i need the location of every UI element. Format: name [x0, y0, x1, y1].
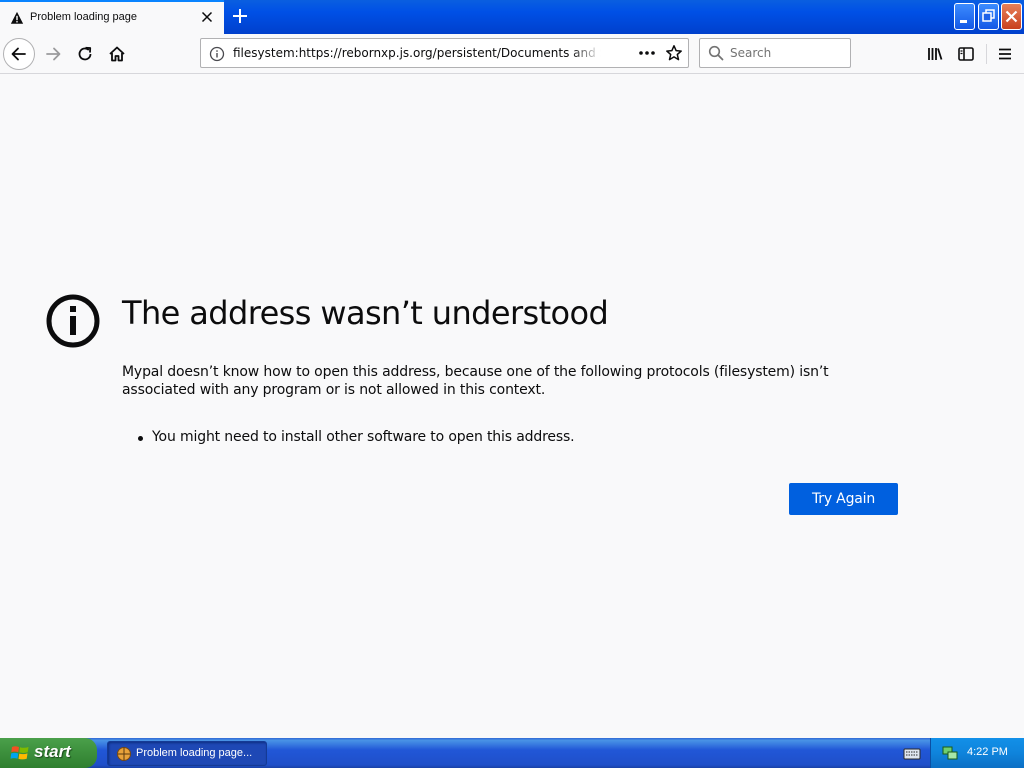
try-again-button[interactable]: Try Again	[789, 483, 898, 515]
error-description: Mypal doesn’t know how to open this addr…	[122, 364, 829, 398]
keyboard-icon[interactable]	[903, 745, 921, 761]
restore-icon	[982, 9, 995, 22]
sidebar-icon	[958, 47, 974, 61]
bookmark-star-icon[interactable]	[665, 44, 683, 62]
restore-button[interactable]	[978, 3, 999, 30]
sidebar-button[interactable]	[950, 38, 982, 70]
error-title: The address wasn’t understood	[122, 294, 609, 332]
warning-icon	[10, 11, 24, 24]
minimize-button[interactable]	[954, 3, 975, 30]
browser-app-icon	[117, 747, 131, 761]
start-button[interactable]: start	[0, 738, 97, 768]
tab-title: Problem loading page	[30, 11, 138, 23]
arrow-right-icon	[46, 47, 61, 61]
library-button[interactable]	[919, 38, 951, 70]
page-actions-icon[interactable]	[637, 45, 657, 61]
back-button[interactable]	[3, 38, 35, 70]
info-circle-icon	[46, 294, 100, 348]
search-box[interactable]	[699, 38, 851, 68]
search-input[interactable]	[730, 44, 840, 62]
menu-button[interactable]	[989, 38, 1021, 70]
tab-problem-loading[interactable]: Problem loading page	[0, 0, 224, 34]
address-bar[interactable]: filesystem:https://rebornxp.js.org/persi…	[200, 38, 689, 68]
url-text[interactable]: filesystem:https://rebornxp.js.org/persi…	[233, 46, 601, 60]
system-tray: 4:22 PM	[930, 738, 1024, 768]
info-icon[interactable]	[209, 46, 225, 62]
library-icon	[928, 48, 943, 60]
reload-button[interactable]	[69, 38, 101, 70]
close-icon	[1005, 10, 1018, 23]
forward-button[interactable]	[37, 38, 69, 70]
home-icon	[109, 46, 125, 62]
navigation-toolbar: filesystem:https://rebornxp.js.org/persi…	[0, 34, 1024, 74]
error-page: The address wasn’t understood Mypal does…	[0, 75, 1024, 738]
minimize-icon	[960, 20, 967, 23]
toolbar-separator	[986, 44, 987, 64]
close-tab-icon[interactable]	[199, 9, 215, 25]
network-icon[interactable]	[941, 744, 959, 762]
windows-logo-icon	[10, 746, 29, 760]
close-window-button[interactable]	[1001, 3, 1022, 30]
arrow-left-icon	[11, 47, 26, 61]
error-hints-list: You might need to install other software…	[138, 429, 852, 445]
taskbar-item-browser[interactable]: Problem loading page...	[107, 741, 267, 766]
taskbar-item-label: Problem loading page...	[136, 747, 253, 759]
reload-icon	[78, 46, 92, 61]
new-tab-icon[interactable]	[230, 6, 250, 26]
taskbar: start Problem loading page... 4:22 PM	[0, 738, 1024, 768]
hamburger-menu-icon	[999, 48, 1011, 60]
home-button[interactable]	[101, 38, 133, 70]
list-item: You might need to install other software…	[138, 429, 852, 445]
start-label: start	[34, 742, 71, 761]
search-icon	[708, 45, 724, 61]
clock[interactable]: 4:22 PM	[967, 746, 1008, 758]
tab-strip: Problem loading page	[0, 0, 1024, 34]
